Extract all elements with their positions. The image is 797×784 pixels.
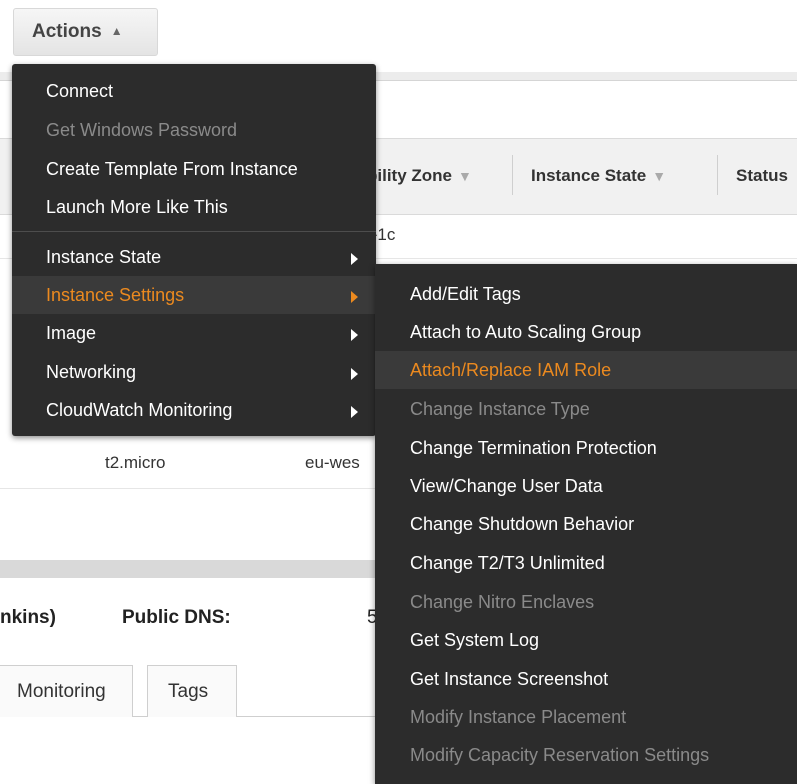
actions-button-label: Actions [32,21,102,42]
column-divider[interactable] [512,155,513,195]
menu-item-label: Create Template From Instance [46,158,298,179]
submenu-item-modify-instance-placement: Modify Instance Placement [375,698,797,736]
menu-item-label: Instance Settings [46,284,185,305]
menu-item-label: Change T2/T3 Unlimited [410,552,605,573]
submenu-arrow-icon [351,368,358,380]
menu-item-label: Add/Edit Tags [410,283,521,304]
menu-item-label: Get Instance Screenshot [410,668,609,689]
menu-item-label: Get Windows Password [46,119,238,140]
submenu-arrow-icon [351,253,358,265]
menu-item-instance-settings[interactable]: Instance Settings [12,276,376,314]
menu-item-create-template[interactable]: Create Template From Instance [12,150,376,188]
submenu-item-get-system-log[interactable]: Get System Log [375,621,797,659]
chevron-up-icon: ▲ [110,24,123,38]
instance-settings-submenu: Add/Edit Tags Attach to Auto Scaling Gro… [375,264,797,784]
submenu-item-get-instance-screenshot[interactable]: Get Instance Screenshot [375,660,797,698]
menu-item-label: Connect [46,80,114,101]
menu-item-label: Get System Log [410,629,540,650]
column-divider[interactable] [717,155,718,195]
menu-separator [12,231,376,232]
menu-item-get-windows-password: Get Windows Password [12,111,376,149]
menu-item-label: Change Nitro Enclaves [410,591,595,612]
actions-button[interactable]: Actions ▲ [13,8,158,56]
column-label: bility Zone [367,166,452,185]
submenu-item-modify-capacity-reservation: Modify Capacity Reservation Settings [375,736,797,774]
menu-item-label: Image [46,322,97,343]
menu-item-label: CloudWatch Monitoring [46,399,233,420]
menu-item-label: Change Shutdown Behavior [410,513,635,534]
submenu-item-change-t2-t3-unlimited[interactable]: Change T2/T3 Unlimited [375,544,797,582]
menu-item-instance-state[interactable]: Instance State [12,238,376,276]
column-status[interactable]: Status [736,166,788,186]
menu-item-label: Change Instance Type [410,398,590,419]
submenu-item-change-instance-type: Change Instance Type [375,390,797,428]
submenu-item-change-shutdown-behavior[interactable]: Change Shutdown Behavior [375,505,797,543]
menu-item-label: Launch More Like This [46,196,228,217]
tab-monitoring[interactable]: Monitoring [0,665,133,717]
sort-down-icon: ▼ [458,168,472,184]
submenu-arrow-icon [351,329,358,341]
menu-item-image[interactable]: Image [12,314,376,352]
submenu-item-attach-replace-iam-role[interactable]: Attach/Replace IAM Role [375,351,797,389]
sort-down-icon: ▼ [652,168,667,184]
column-availability-zone[interactable]: bility Zone ▼ [367,166,472,186]
tab-tags[interactable]: Tags [147,665,237,717]
submenu-item-change-termination-protection[interactable]: Change Termination Protection [375,429,797,467]
actions-menu: Connect Get Windows Password Create Temp… [12,64,376,436]
submenu-arrow-icon [351,291,358,303]
menu-item-cloudwatch-monitoring[interactable]: CloudWatch Monitoring [12,391,376,429]
menu-item-label: Networking [46,361,137,382]
public-dns-label: Public DNS: [122,607,231,628]
submenu-arrow-icon [351,406,358,418]
menu-item-label: Instance State [46,246,162,267]
column-label: Status [736,166,788,185]
submenu-item-change-nitro-enclaves: Change Nitro Enclaves [375,583,797,621]
row2-zone-cell: eu-wes [305,453,360,472]
submenu-item-add-edit-tags[interactable]: Add/Edit Tags [375,275,797,313]
tab-label: Monitoring [17,680,106,702]
menu-item-label: Change Termination Protection [410,437,657,458]
menu-item-launch-more-like-this[interactable]: Launch More Like This [12,188,376,226]
column-label: Instance State [531,166,647,185]
row2-type-cell: t2.micro [105,453,166,472]
tab-label: Tags [168,680,209,702]
menu-item-connect[interactable]: Connect [12,72,376,110]
submenu-item-view-change-user-data[interactable]: View/Change User Data [375,467,797,505]
menu-item-label: View/Change User Data [410,475,603,496]
menu-item-label: Attach to Auto Scaling Group [410,321,642,342]
menu-item-label: Modify Capacity Reservation Settings [410,744,710,765]
menu-item-label: Attach/Replace IAM Role [410,359,612,380]
menu-item-label: Modify Instance Placement [410,706,627,727]
instance-name-fragment: nkins) [0,607,56,628]
menu-item-networking[interactable]: Networking [12,353,376,391]
submenu-item-attach-auto-scaling-group[interactable]: Attach to Auto Scaling Group [375,313,797,351]
column-instance-state[interactable]: Instance State ▼ [531,166,666,186]
